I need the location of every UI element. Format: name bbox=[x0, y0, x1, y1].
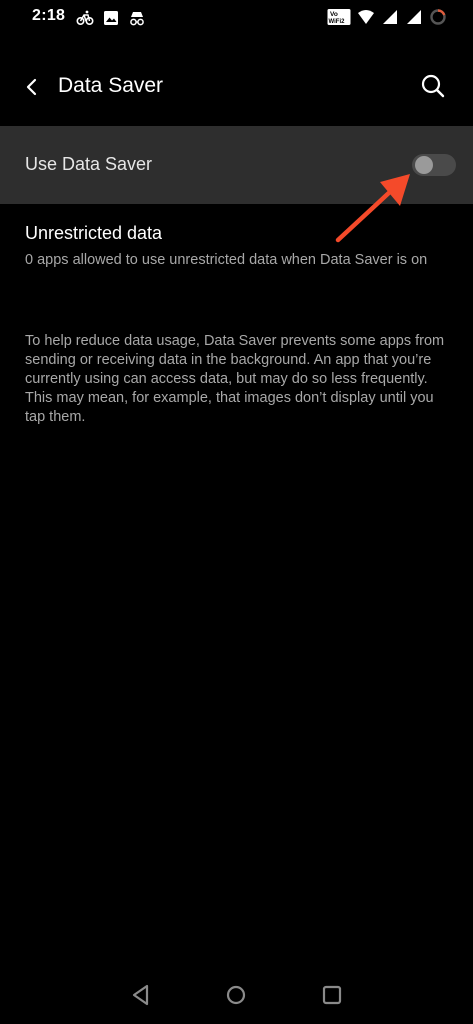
cycling-notification-icon bbox=[76, 9, 94, 27]
app-bar: Data Saver bbox=[0, 56, 473, 118]
back-arrow-icon bbox=[26, 78, 37, 96]
cell-signal-icon bbox=[381, 8, 399, 26]
unrestricted-data-title: Unrestricted data bbox=[25, 223, 163, 243]
battery-ring-icon bbox=[429, 8, 447, 26]
incognito-notification-icon bbox=[128, 9, 146, 27]
status-bar: 2:18 Vo WiFi2 bbox=[0, 0, 473, 36]
search-button[interactable] bbox=[419, 72, 447, 100]
nav-recents-icon bbox=[322, 985, 342, 1005]
unrestricted-data-summary: 0 apps allowed to use unrestricted data … bbox=[25, 252, 428, 268]
data-saver-description: To help reduce data usage, Data Saver pr… bbox=[25, 333, 445, 425]
back-button[interactable] bbox=[18, 73, 46, 101]
nav-home-button[interactable] bbox=[223, 982, 249, 1008]
notification-icons bbox=[76, 9, 146, 27]
nav-home-icon bbox=[226, 985, 246, 1005]
cell-signal-2-icon bbox=[405, 8, 423, 26]
page-title: Data Saver bbox=[58, 74, 164, 97]
nav-back-icon bbox=[132, 984, 149, 1006]
wifi-icon bbox=[357, 8, 375, 26]
navigation-bar bbox=[0, 974, 473, 1024]
search-icon bbox=[421, 74, 445, 98]
gallery-notification-icon bbox=[102, 9, 120, 27]
nav-back-button[interactable] bbox=[128, 982, 154, 1008]
nav-recents-button[interactable] bbox=[319, 982, 345, 1008]
use-data-saver-label: Use Data Saver bbox=[25, 154, 153, 174]
svg-text:Vo: Vo bbox=[330, 11, 338, 18]
status-time: 2:18 bbox=[32, 7, 66, 24]
svg-text:WiFi2: WiFi2 bbox=[329, 19, 346, 25]
system-status-icons: Vo WiFi2 bbox=[327, 8, 447, 26]
unrestricted-data-row[interactable]: Unrestricted data 0 apps allowed to use … bbox=[0, 210, 473, 296]
volte-wifi2-icon: Vo WiFi2 bbox=[327, 8, 351, 26]
